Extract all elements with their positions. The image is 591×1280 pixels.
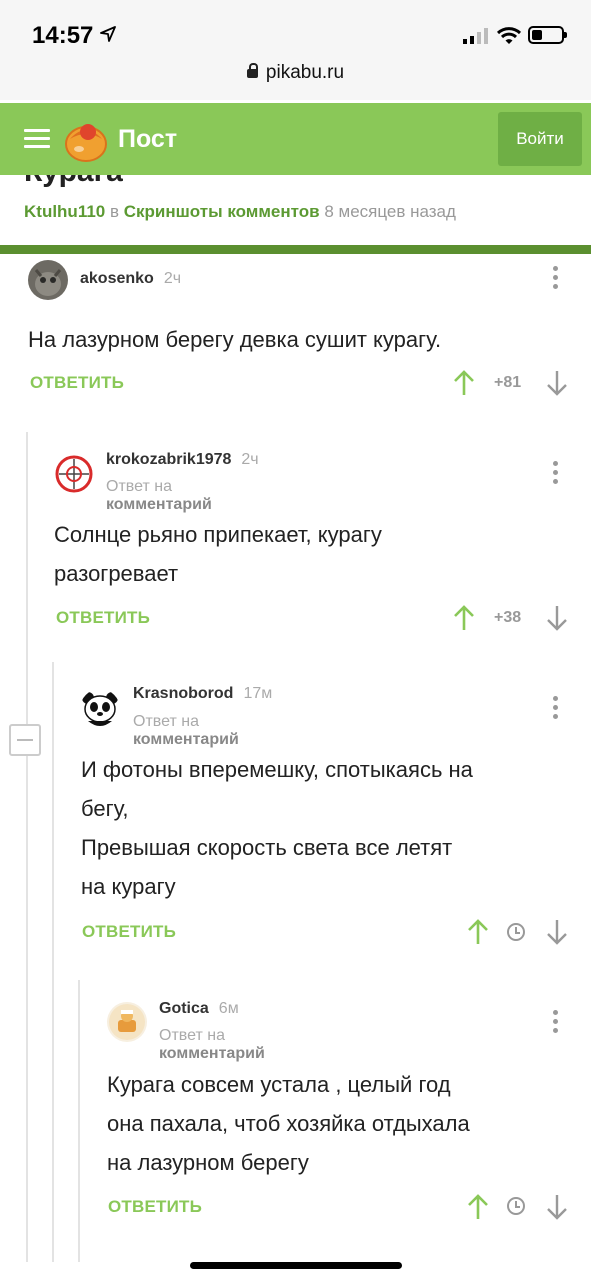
- upvote-arrow-icon[interactable]: [467, 1194, 489, 1220]
- reply-button[interactable]: ОТВЕТИТЬ: [82, 922, 176, 942]
- comment-time: 6м: [218, 1000, 239, 1017]
- reply-to-link[interactable]: комментарий: [159, 1045, 265, 1062]
- reply-to-label: Ответ на: [106, 478, 172, 495]
- comment-text-line: Солнце рьяно припекает, курагу: [54, 522, 382, 547]
- post-header: Курага Ktulhu110 в Скриншоты комментов 8…: [0, 175, 591, 245]
- reply-to-link[interactable]: комментарий: [133, 731, 239, 748]
- collapse-thread-button[interactable]: [9, 724, 41, 756]
- reply-to-label: Ответ на: [133, 713, 199, 730]
- downvote-arrow-icon[interactable]: [546, 605, 568, 631]
- downvote-arrow-icon[interactable]: [546, 370, 568, 396]
- home-indicator[interactable]: [190, 1262, 402, 1269]
- downvote-arrow-icon[interactable]: [546, 919, 568, 945]
- comment-username[interactable]: Gotica: [159, 1000, 209, 1017]
- lock-icon: [246, 63, 258, 78]
- more-vert-icon[interactable]: [553, 1010, 559, 1037]
- comment-username[interactable]: akosenko: [80, 270, 154, 287]
- wifi-icon: [496, 27, 522, 44]
- url-text: pikabu.ru: [265, 62, 345, 83]
- avatar[interactable]: [107, 1002, 147, 1042]
- thread-line: [78, 980, 80, 1262]
- comment-text-line: она пахала, чтоб хозяйка отдыхала: [107, 1111, 470, 1136]
- upvote-arrow-icon[interactable]: [453, 605, 475, 631]
- avatar[interactable]: [80, 689, 120, 729]
- comment-time: 2ч: [163, 270, 182, 287]
- post-meta: Ktulhu110 в Скриншоты комментов 8 месяце…: [24, 202, 456, 222]
- reply-to-label: Ответ на: [159, 1027, 225, 1044]
- upvote-arrow-icon[interactable]: [467, 919, 489, 945]
- pikabu-logo-icon[interactable]: [64, 117, 108, 163]
- thread-line: [52, 662, 54, 1262]
- clock-icon: [507, 1197, 525, 1215]
- comment-text-line: Превышая скорость света все летят: [81, 835, 453, 860]
- comment-score: +38: [494, 609, 522, 626]
- comment-text-line: бегу,: [81, 796, 129, 821]
- avatar[interactable]: [54, 454, 94, 494]
- address-bar[interactable]: pikabu.ru: [0, 62, 591, 84]
- upvote-arrow-icon[interactable]: [453, 370, 475, 396]
- more-vert-icon[interactable]: [553, 461, 559, 488]
- status-bar: 14:57 pikabu.ru: [0, 0, 591, 100]
- post-author-link[interactable]: Ktulhu110: [24, 202, 105, 221]
- more-vert-icon[interactable]: [553, 266, 559, 293]
- post-in-word: в: [109, 202, 120, 221]
- comment-text-line: Курага совсем устала , целый год: [107, 1072, 451, 1097]
- reply-button[interactable]: ОТВЕТИТЬ: [108, 1197, 202, 1217]
- battery-icon: [528, 26, 567, 44]
- menu-icon[interactable]: [24, 129, 50, 149]
- status-time: 14:57: [32, 22, 94, 49]
- location-arrow-icon: [100, 26, 116, 42]
- comment-text-line: на курагу: [81, 874, 176, 899]
- downvote-arrow-icon[interactable]: [546, 1194, 568, 1220]
- comment-text-line: разогревает: [54, 561, 179, 586]
- comment-time: 2ч: [241, 451, 259, 468]
- community-link[interactable]: Скриншоты комментов: [124, 202, 320, 221]
- reply-to-link[interactable]: комментарий: [106, 496, 212, 513]
- reply-button[interactable]: ОТВЕТИТЬ: [56, 608, 150, 628]
- reply-button[interactable]: ОТВЕТИТЬ: [30, 373, 124, 393]
- comment-username[interactable]: Krasnoborod: [133, 685, 233, 702]
- login-button[interactable]: Войти: [498, 112, 582, 166]
- comment-text-line: на лазурном берегу: [107, 1150, 309, 1175]
- avatar[interactable]: [28, 260, 68, 300]
- thread-line: [26, 432, 28, 1262]
- comment-username[interactable]: krokozabrik1978: [106, 451, 231, 468]
- more-vert-icon[interactable]: [553, 696, 559, 723]
- header-divider: [0, 245, 591, 254]
- comment-score: +81: [494, 374, 522, 391]
- comment-text-line: И фотоны вперемешку, спотыкаясь на: [81, 757, 473, 782]
- signal-icon: [463, 28, 488, 44]
- comment-text-line: На лазурном берегу девка сушит курагу.: [28, 327, 442, 352]
- clock-icon: [507, 923, 525, 941]
- post-age: 8 месяцев назад: [324, 202, 456, 221]
- comment-time: 17м: [243, 685, 273, 702]
- page-title: Пост: [118, 125, 178, 153]
- post-title[interactable]: Курага: [24, 175, 123, 189]
